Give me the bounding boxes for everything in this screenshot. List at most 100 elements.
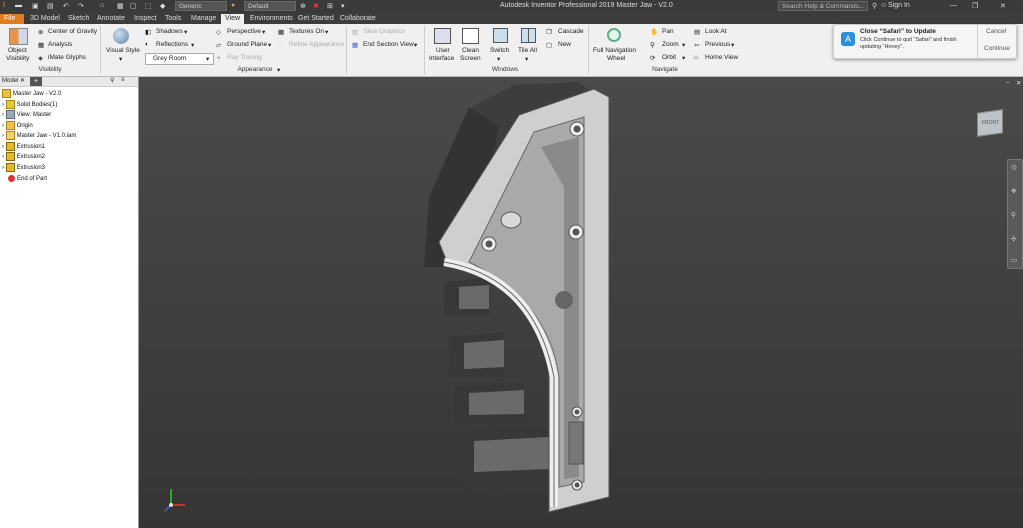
steering-wheel-icon[interactable]: ◎ bbox=[1011, 163, 1017, 171]
close-icon[interactable]: ✕ bbox=[20, 77, 25, 84]
ray-tracing-button[interactable]: Ray Tracing bbox=[227, 54, 262, 61]
tab-annotate[interactable]: Annotate bbox=[93, 14, 129, 24]
bolt-hole-inner bbox=[485, 240, 493, 248]
tab-get-started[interactable]: Get Started bbox=[294, 14, 338, 24]
tree-item-solid-bodies[interactable]: › Solid Bodies(1) bbox=[2, 100, 57, 110]
open-icon[interactable]: ▦ bbox=[117, 2, 124, 11]
pan-icon[interactable]: ✥ bbox=[1011, 187, 1016, 195]
user-interface-button[interactable]: User Interface bbox=[428, 26, 456, 66]
visual-style-button[interactable]: Visual Style ▾ bbox=[104, 26, 140, 66]
analysis-button[interactable]: Analysis bbox=[48, 41, 72, 48]
maximize-icon[interactable]: ❐ bbox=[972, 2, 978, 11]
chevron-right-icon[interactable]: › bbox=[2, 165, 4, 171]
reflections-button[interactable]: Reflections bbox=[156, 41, 188, 48]
tab-inspect[interactable]: Inspect bbox=[130, 14, 161, 24]
continue-button[interactable]: Continue bbox=[984, 45, 1010, 52]
tree-item-origin[interactable]: › Origin bbox=[2, 121, 33, 131]
tab-3d-model[interactable]: 3D Model bbox=[26, 14, 64, 24]
tab-manage[interactable]: Manage bbox=[187, 14, 220, 24]
print-icon[interactable]: ▢ bbox=[130, 2, 137, 11]
chevron-right-icon[interactable]: › bbox=[2, 154, 4, 160]
chevron-right-icon[interactable]: › bbox=[2, 112, 4, 118]
refine-appearance-button[interactable]: Refine Appearance bbox=[289, 41, 344, 48]
switch-button[interactable]: Switch ▾ bbox=[488, 26, 512, 66]
chevron-right-icon[interactable]: › bbox=[2, 102, 4, 108]
tree-item-extrusion3[interactable]: › Extrusion3 bbox=[2, 163, 45, 173]
home-icon[interactable]: ⌂ bbox=[100, 2, 104, 11]
look-at-icon[interactable]: ▭ bbox=[1011, 256, 1017, 264]
undo-icon[interactable]: ↶ bbox=[63, 2, 69, 11]
zoom-button[interactable]: Zoom bbox=[662, 41, 679, 48]
center-bore bbox=[555, 291, 573, 309]
tab-collaborate[interactable]: Collaborate bbox=[336, 14, 380, 24]
user-interface-label-1: User bbox=[436, 47, 450, 54]
adjust-icon[interactable]: ⊕ bbox=[300, 2, 306, 11]
tree-item-extrusion2[interactable]: › Extrusion2 bbox=[2, 152, 45, 162]
color-wheel-icon[interactable]: ● bbox=[231, 2, 235, 11]
tree-item-extrusion1[interactable]: › Extrusion1 bbox=[2, 142, 45, 152]
user-icon[interactable]: ☺ bbox=[880, 2, 887, 11]
tree-item-view[interactable]: › View: Master bbox=[2, 110, 51, 120]
tab-model[interactable]: Model bbox=[2, 78, 18, 84]
orbit-icon[interactable]: ✣ bbox=[1011, 235, 1016, 243]
tab-tools[interactable]: Tools bbox=[161, 14, 185, 24]
tile-all-button[interactable]: Tile All ▾ bbox=[516, 26, 540, 66]
viewport-close-icon[interactable]: ✕ bbox=[1016, 79, 1021, 87]
shadows-button[interactable]: Shadows bbox=[156, 28, 183, 35]
clear-icon[interactable]: ✖ bbox=[313, 2, 319, 11]
search-input[interactable]: Search Help & Commands... bbox=[778, 1, 868, 11]
measure-icon[interactable]: ⊞ bbox=[327, 2, 333, 11]
tab-sketch[interactable]: Sketch bbox=[64, 14, 93, 24]
appearance-combo[interactable]: Generic bbox=[175, 1, 227, 11]
zoom-icon[interactable]: ⚲ bbox=[1011, 211, 1016, 219]
search-icon[interactable]: ⚲ bbox=[872, 2, 877, 11]
chevron-right-icon[interactable]: › bbox=[2, 133, 4, 139]
pan-button[interactable]: Pan bbox=[662, 28, 674, 35]
add-tab-button[interactable]: + bbox=[30, 77, 42, 86]
object-visibility-label-1: Object bbox=[8, 47, 27, 54]
chevron-right-icon[interactable]: › bbox=[2, 144, 4, 150]
view-cube[interactable]: FRONT bbox=[974, 105, 1004, 137]
file-menu-icon[interactable]: ▬ bbox=[15, 2, 22, 11]
tree-item-end-of-part[interactable]: End of Part bbox=[8, 174, 47, 184]
tab-view[interactable]: View bbox=[221, 14, 245, 24]
app-logo-icon[interactable]: I bbox=[3, 2, 5, 11]
select-icon[interactable]: ⬚ bbox=[145, 2, 152, 11]
menu-icon[interactable]: ≡ bbox=[121, 77, 125, 83]
material-icon[interactable]: ◆ bbox=[160, 2, 165, 11]
new-icon[interactable]: ▣ bbox=[32, 2, 39, 11]
end-section-view-button[interactable]: End Section View bbox=[363, 41, 414, 48]
viewport-minimize-icon[interactable]: – bbox=[1006, 79, 1010, 86]
search-icon[interactable]: ⚲ bbox=[110, 77, 114, 84]
previous-view-button[interactable]: Previous bbox=[705, 41, 730, 48]
new-window-button[interactable]: New bbox=[558, 41, 571, 48]
tree-item-assembly-ref[interactable]: › Master Jaw - V1.0.iam bbox=[2, 131, 76, 141]
perspective-button[interactable]: Perspective bbox=[227, 28, 261, 35]
chevron-right-icon[interactable]: › bbox=[2, 123, 4, 129]
tab-environments[interactable]: Environments bbox=[246, 14, 297, 24]
cancel-button[interactable]: Cancel bbox=[986, 28, 1006, 35]
save-icon[interactable]: ▤ bbox=[47, 2, 54, 11]
customize-icon[interactable]: ▾ bbox=[341, 2, 345, 11]
look-at-button[interactable]: Look At bbox=[705, 28, 727, 35]
textures-on-button[interactable]: Textures On bbox=[289, 28, 324, 35]
tab-file[interactable]: File bbox=[0, 14, 24, 24]
tree-item-root[interactable]: Master Jaw - V2.0 bbox=[2, 89, 61, 99]
object-visibility-button[interactable]: Object Visibility bbox=[4, 26, 32, 66]
slice-graphics-button[interactable]: Slice Graphics bbox=[363, 28, 405, 35]
sign-in-link[interactable]: Sign In bbox=[888, 2, 910, 9]
ground-plane-button[interactable]: Ground Plane bbox=[227, 41, 267, 48]
full-navigation-wheel-button[interactable]: Full Navigation Wheel bbox=[590, 26, 640, 66]
graphics-viewport[interactable]: FRONT – ✕ ◎ ✥ ⚲ ✣ ▭ bbox=[139, 77, 1023, 528]
home-view-button[interactable]: Home View bbox=[705, 54, 738, 61]
grey-room-select[interactable]: Grey Room ▾ bbox=[145, 53, 214, 65]
imate-glyphs-button[interactable]: iMate Glyphs bbox=[48, 54, 86, 61]
cascade-button[interactable]: Cascade bbox=[558, 28, 584, 35]
clean-screen-button[interactable]: Clean Screen bbox=[458, 26, 482, 66]
material-combo[interactable]: Default bbox=[244, 1, 296, 11]
redo-icon[interactable]: ↷ bbox=[78, 2, 84, 11]
close-icon[interactable]: ✕ bbox=[1000, 2, 1006, 11]
minimize-icon[interactable]: — bbox=[950, 2, 957, 11]
orbit-button[interactable]: Orbit bbox=[662, 54, 676, 61]
center-of-gravity-button[interactable]: Center of Gravity bbox=[48, 28, 97, 35]
